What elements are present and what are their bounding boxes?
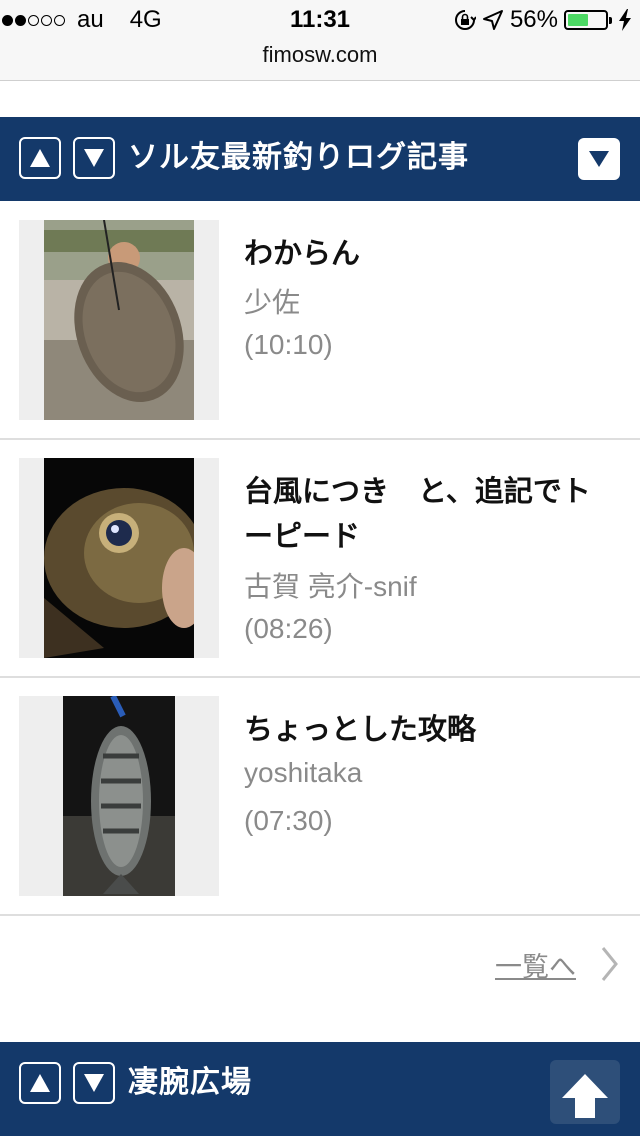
section-title: 凄腕広場 (128, 1065, 252, 1100)
section-header-fishing-logs: ソル友最新釣りログ記事 (0, 117, 640, 201)
move-up-button[interactable] (19, 1062, 61, 1104)
article-thumbnail[interactable] (19, 220, 219, 420)
triangle-up-icon (30, 149, 50, 167)
url-domain: fimosw.com (262, 42, 378, 67)
article-author: 古賀 亮介-snif (244, 571, 417, 602)
collapse-button[interactable] (578, 138, 620, 180)
triangle-down-icon (589, 151, 609, 167)
move-down-button[interactable] (73, 1062, 115, 1104)
scroll-to-top-button[interactable] (550, 1060, 620, 1124)
battery-icon (564, 10, 612, 30)
status-bar: au 4G 11:31 56% (0, 0, 640, 40)
address-bar[interactable]: fimosw.com (0, 40, 640, 81)
battery-percent: 56% (509, 6, 558, 33)
list-item[interactable]: わからん 少佐 (10:10) (0, 201, 640, 440)
charging-bolt-icon (619, 9, 631, 31)
triangle-down-icon (84, 1074, 104, 1092)
list-item[interactable]: ちょっとした攻略 yoshitaka (07:30) (0, 677, 640, 916)
arrow-up-icon (562, 1074, 608, 1118)
article-thumbnail[interactable] (19, 696, 219, 896)
article-title[interactable]: ちょっとした攻略 (244, 707, 614, 752)
chevron-right-icon[interactable] (600, 944, 620, 984)
move-down-button[interactable] (73, 137, 115, 179)
location-arrow-icon (482, 10, 503, 30)
black-seabream-hanging-photo (63, 696, 175, 896)
rockfish-closeup-photo (44, 458, 194, 658)
triangle-down-icon (84, 149, 104, 167)
triangle-up-icon (30, 1074, 50, 1092)
orientation-lock-icon (454, 10, 476, 30)
move-up-button[interactable] (19, 137, 61, 179)
article-time: (07:30) (244, 805, 333, 836)
list-item[interactable]: 台風につき と、追記でトーピード 古賀 亮介-snif (08:26) (0, 439, 640, 678)
angler-holding-flounder-photo (44, 220, 194, 420)
article-time: (08:26) (244, 613, 333, 644)
article-title[interactable]: 台風につき と、追記でトーピード (244, 469, 614, 559)
section-header-skilled-plaza: 凄腕広場 (0, 1042, 640, 1136)
article-time: (10:10) (244, 329, 333, 360)
article-title[interactable]: わからん (244, 231, 614, 276)
article-thumbnail[interactable] (19, 458, 219, 658)
article-author: yoshitaka (244, 757, 363, 788)
article-author: 少佐 (244, 287, 301, 318)
section-title: ソル友最新釣りログ記事 (128, 140, 469, 175)
view-all-link[interactable]: 一覧へ (495, 945, 576, 984)
